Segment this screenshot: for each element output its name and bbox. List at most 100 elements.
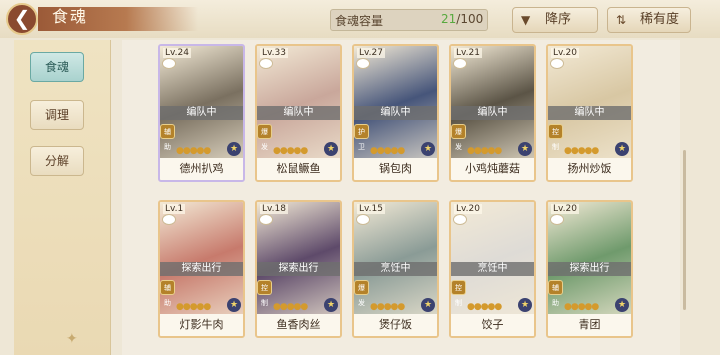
- rarity-badge-icon: ★: [227, 142, 241, 156]
- card-status: 探索出行: [257, 262, 340, 276]
- role-badge: 辅助: [548, 280, 563, 307]
- tab-shihun[interactable]: 食魂: [30, 52, 84, 82]
- card-status: 编队中: [548, 106, 631, 120]
- card-name: 灯影牛肉: [160, 314, 243, 336]
- rarity-badge-icon: ★: [324, 298, 338, 312]
- star-rating: ●●●●●: [176, 302, 211, 312]
- element-icon: [259, 58, 273, 69]
- ornament-icon: ✦: [66, 331, 78, 347]
- element-icon: [453, 58, 467, 69]
- capacity-max: /100: [456, 12, 484, 26]
- sort-rarity-label: 稀有度: [640, 12, 680, 27]
- rarity-badge-icon: ★: [324, 142, 338, 156]
- card-status: 编队中: [160, 106, 243, 120]
- capacity-display: 食魂容量 21/100: [330, 9, 488, 31]
- star-rating: ●●●●●: [467, 302, 502, 312]
- star-rating: ●●●●●: [564, 302, 599, 312]
- rarity-badge-icon: ★: [518, 142, 532, 156]
- card-level: Lv.18: [260, 204, 288, 214]
- element-icon: [550, 58, 564, 69]
- star-rating: ●●●●●: [273, 146, 308, 156]
- card-name: 煲仔饭: [354, 314, 437, 336]
- sort-arrows-icon: ⇅: [616, 13, 627, 27]
- food-soul-card[interactable]: Lv.20 编队中控制 ●●●●● ★ 扬州炒饭: [546, 44, 633, 182]
- food-soul-card[interactable]: Lv.20 探索出行辅助 ●●●●● ★ 青团: [546, 200, 633, 338]
- rarity-badge-icon: ★: [518, 298, 532, 312]
- card-name: 小鸡炖蘑菇: [451, 158, 534, 180]
- food-soul-card[interactable]: Lv.24 编队中辅助 ●●●●● ★ 德州扒鸡: [158, 44, 245, 182]
- card-level: Lv.33: [260, 48, 288, 58]
- top-bar: ❮ 食魂 食魂容量 21/100 ▼ 降序 ⇅ 稀有度: [0, 0, 720, 38]
- page-title: 食魂: [52, 7, 89, 26]
- food-soul-card[interactable]: Lv.33 编队中爆发 ●●●●● ★ 松鼠鳜鱼: [255, 44, 342, 182]
- card-name: 饺子: [451, 314, 534, 336]
- card-status: 探索出行: [160, 262, 243, 276]
- sort-order-label: 降序: [545, 12, 572, 27]
- card-level: Lv.1: [163, 204, 186, 214]
- star-rating: ●●●●●: [370, 146, 405, 156]
- star-rating: ●●●●●: [370, 302, 405, 312]
- card-name: 松鼠鳜鱼: [257, 158, 340, 180]
- card-name: 德州扒鸡: [160, 158, 243, 180]
- scrollbar[interactable]: [683, 150, 686, 310]
- card-level: Lv.20: [551, 48, 579, 58]
- card-level: Lv.15: [357, 204, 385, 214]
- sidebar: 食魂 调理 分解 ✦: [14, 40, 111, 355]
- role-badge: 护卫: [354, 124, 369, 151]
- card-grid: Lv.24 编队中 辅助 ●●●●● ★ 德州扒鸡 Lv.33 编队中 爆发 ●●●●● ★ 松鼠鳜鱼…: [122, 40, 680, 355]
- tab-fenjie[interactable]: 分解: [30, 146, 84, 176]
- role-badge: 控制: [257, 280, 272, 307]
- card-status: 编队中: [257, 106, 340, 120]
- card-level: Lv.24: [163, 48, 191, 58]
- rarity-badge-icon: ★: [421, 298, 435, 312]
- element-icon: [356, 214, 370, 225]
- card-status: 探索出行: [548, 262, 631, 276]
- element-icon: [550, 214, 564, 225]
- sort-dropdown-icon: ▼: [521, 13, 531, 27]
- rarity-badge-icon: ★: [421, 142, 435, 156]
- sort-rarity-button[interactable]: ⇅ 稀有度: [607, 7, 691, 33]
- card-name: 青团: [548, 314, 631, 336]
- card-status: 烹饪中: [451, 262, 534, 276]
- rarity-badge-icon: ★: [615, 142, 629, 156]
- food-soul-card[interactable]: Lv.15 烹饪中爆发 ●●●●● ★ 煲仔饭: [352, 200, 439, 338]
- card-name: 扬州炒饭: [548, 158, 631, 180]
- element-icon: [162, 214, 176, 225]
- tab-tiaoli[interactable]: 调理: [30, 100, 84, 130]
- star-rating: ●●●●●: [467, 146, 502, 156]
- food-soul-card[interactable]: Lv.20 烹饪中控制 ●●●●● ★ 饺子: [449, 200, 536, 338]
- food-soul-card[interactable]: Lv.1 探索出行辅助 ●●●●● ★ 灯影牛肉: [158, 200, 245, 338]
- card-level: Lv.20: [551, 204, 579, 214]
- role-badge: 控制: [451, 280, 466, 307]
- role-badge: 爆发: [257, 124, 272, 151]
- card-status: 编队中: [354, 106, 437, 120]
- card-status: 烹饪中: [354, 262, 437, 276]
- sort-order-button[interactable]: ▼ 降序: [512, 7, 598, 33]
- element-icon: [162, 58, 176, 69]
- role-badge: 爆发: [451, 124, 466, 151]
- food-soul-card[interactable]: Lv.27 编队中 护卫 ●●●●● ★ 锅包肉: [352, 44, 439, 182]
- capacity-label: 食魂容量: [335, 14, 384, 28]
- rarity-badge-icon: ★: [615, 298, 629, 312]
- star-rating: ●●●●●: [273, 302, 308, 312]
- role-badge: 控制: [548, 124, 563, 151]
- food-soul-card[interactable]: Lv.18 探索出行控制 ●●●●● ★ 鱼香肉丝: [255, 200, 342, 338]
- card-level: Lv.20: [454, 204, 482, 214]
- star-rating: ●●●●●: [176, 146, 211, 156]
- capacity-value: 21/100: [441, 12, 483, 26]
- card-level: Lv.21: [454, 48, 482, 58]
- role-badge: 辅助: [160, 124, 175, 151]
- card-name: 鱼香肉丝: [257, 314, 340, 336]
- card-status: 编队中: [451, 106, 534, 120]
- card-name: 锅包肉: [354, 158, 437, 180]
- rarity-badge-icon: ★: [227, 298, 241, 312]
- capacity-current: 21: [441, 12, 457, 26]
- element-icon: [356, 58, 370, 69]
- role-badge: 爆发: [354, 280, 369, 307]
- role-badge: 辅助: [160, 280, 175, 307]
- element-icon: [259, 214, 273, 225]
- star-rating: ●●●●●: [564, 146, 599, 156]
- food-soul-card[interactable]: Lv.21 编队中爆发 ●●●●● ★ 小鸡炖蘑菇: [449, 44, 536, 182]
- element-icon: [453, 214, 467, 225]
- back-arrow-icon[interactable]: ❮: [6, 3, 38, 35]
